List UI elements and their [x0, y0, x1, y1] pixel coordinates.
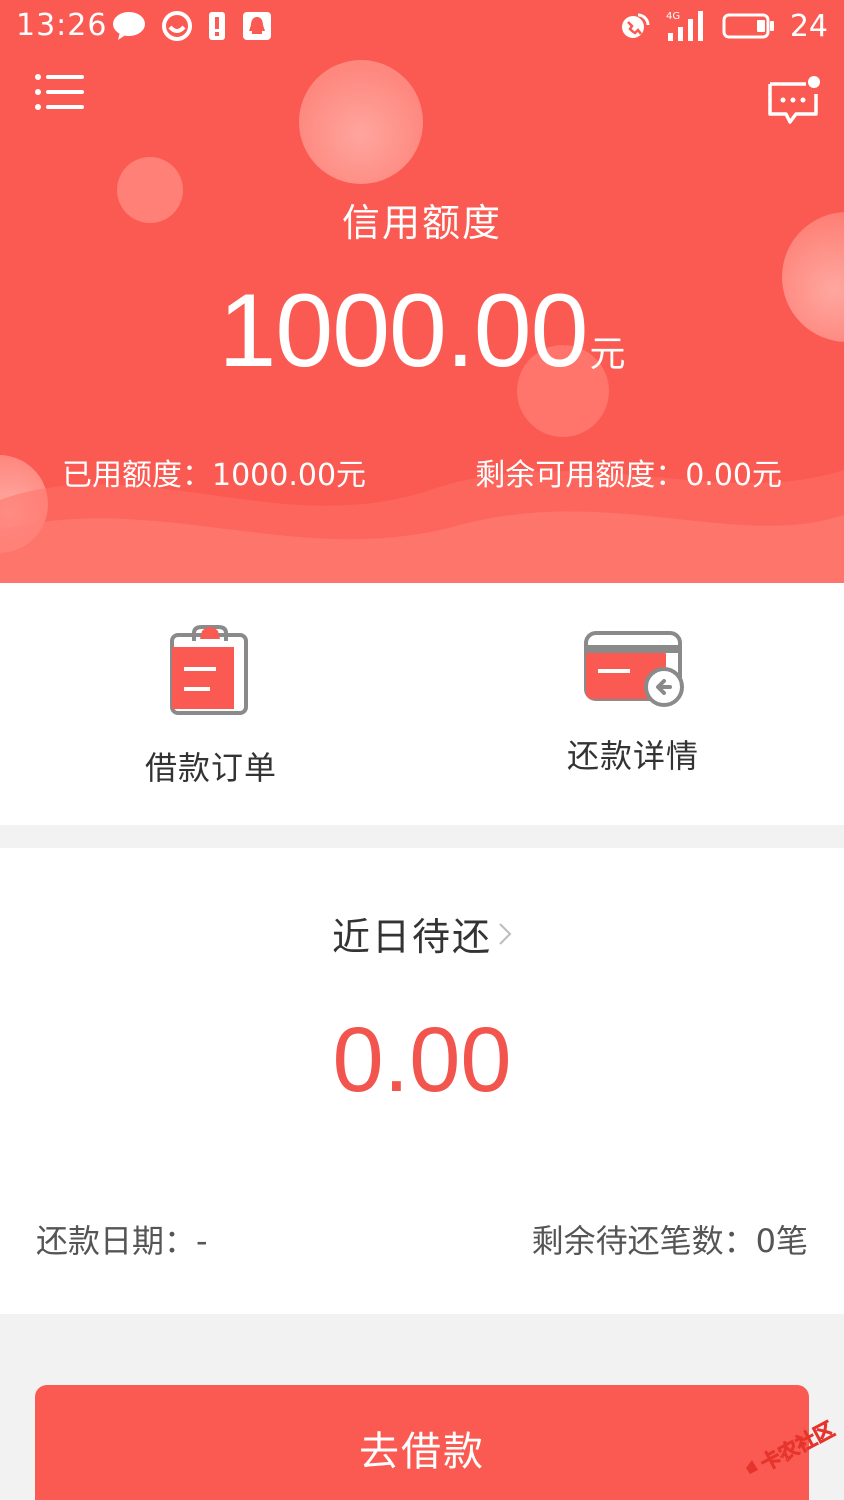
battery-icon [722, 13, 774, 39]
notification-icons [112, 10, 272, 42]
smile-app-icon [162, 11, 192, 41]
watermark-text: 卡农社区 [756, 1417, 838, 1476]
clipboard-icon [170, 625, 248, 715]
chat-bubble-icon [113, 12, 145, 40]
chevron-right-icon [499, 922, 512, 945]
repayment-details-label: 还款详情 [566, 737, 699, 775]
remaining-credit: 剩余可用额度：0.00元 [475, 458, 782, 493]
app-screen: 13:26 4G 24 信用额度 1000.00元 已用额度：1000.00元 … [0, 0, 844, 1500]
unread-dot [808, 76, 820, 88]
borrow-button-label: 去借款 [359, 1429, 485, 1475]
message-icon[interactable] [766, 74, 822, 128]
status-time: 13:26 [16, 8, 108, 43]
pending-title: 近日待还 [331, 915, 492, 959]
pending-amount: 0.00 [332, 1009, 512, 1111]
battery-percent: 24 [789, 8, 828, 44]
card-refund-icon [584, 631, 684, 707]
borrow-button[interactable]: 去借款 [35, 1385, 809, 1500]
watermark-logo: 卡农社区 [746, 1416, 838, 1476]
credit-unit: 元 [589, 334, 626, 375]
signal-icon: 4G [666, 11, 703, 41]
due-date: 还款日期：- [36, 1222, 208, 1260]
credit-label: 信用额度 [341, 201, 502, 245]
decor-bubble [299, 60, 423, 184]
used-credit: 已用额度：1000.00元 [62, 458, 367, 493]
loan-orders-button[interactable]: 借款订单 [0, 583, 422, 825]
network-type: 4G [666, 11, 680, 22]
status-bar: 13:26 4G 24 [0, 0, 844, 54]
alert-icon [209, 12, 225, 40]
repayment-details-button[interactable]: 还款详情 [422, 583, 844, 825]
qq-app-icon [243, 12, 271, 40]
pending-header-link[interactable]: 近日待还 [0, 906, 844, 961]
system-icons: 4G 24 [620, 8, 828, 44]
quick-actions: 借款订单 还款详情 [0, 583, 844, 825]
credit-amount-row: 1000.00元 [0, 272, 844, 391]
credit-hero-banner: 13:26 4G 24 信用额度 1000.00元 已用额度：1000.00元 … [0, 0, 844, 583]
credit-amount: 1000.00 [218, 273, 589, 389]
call-icon [621, 13, 650, 38]
remaining-count: 剩余待还笔数：0笔 [531, 1222, 808, 1260]
loan-orders-label: 借款订单 [144, 749, 277, 787]
pending-repayment-card: 近日待还 0.00 还款日期：- 剩余待还笔数：0笔 [0, 848, 844, 1314]
menu-icon[interactable] [34, 72, 86, 112]
